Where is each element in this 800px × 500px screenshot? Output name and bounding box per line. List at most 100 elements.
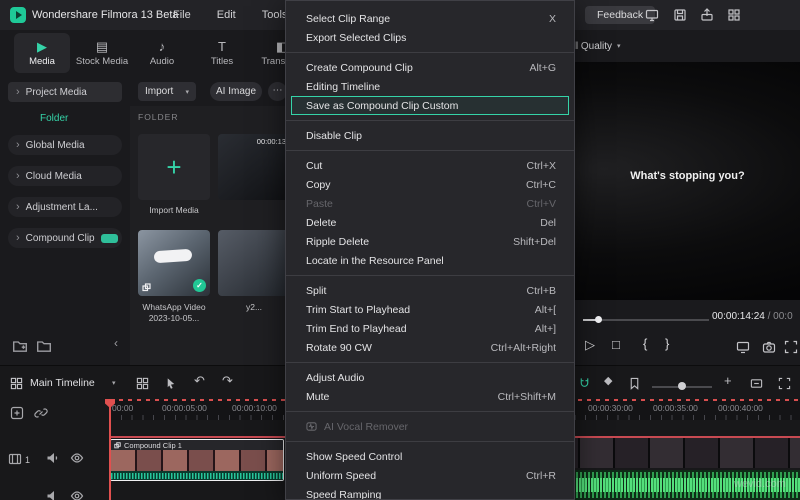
menu-item-trim-start-to-playhead[interactable]: Trim Start to Playhead Alt+[ xyxy=(286,300,574,319)
play-button[interactable]: ▷ xyxy=(585,338,595,352)
menu-item-shortcut: Ctrl+Alt+Right xyxy=(490,341,556,354)
menu-item-cut[interactable]: Cut Ctrl+X xyxy=(286,156,574,175)
menu-item-editing-timeline[interactable]: Editing Timeline xyxy=(286,77,574,96)
tab-stock-media[interactable]: ▤ Stock Media xyxy=(74,33,130,73)
menu-file[interactable]: File xyxy=(160,0,204,30)
menu-item-trim-end-to-playhead[interactable]: Trim End to Playhead Alt+] xyxy=(286,319,574,338)
sidebar-item-project-media[interactable]: › Project Media xyxy=(8,82,122,102)
menu-item-shortcut: Ctrl+C xyxy=(525,178,556,191)
render-preview-icon[interactable] xyxy=(736,340,750,354)
undo-icon[interactable]: ↶ xyxy=(194,374,205,388)
mute-track-icon[interactable] xyxy=(46,451,60,465)
filmora-app: Wondershare Filmora 13 Beta File Edit Tool… xyxy=(0,0,800,500)
tab-label: Audio xyxy=(149,55,175,67)
sidebar-folder-folder[interactable]: Folder xyxy=(40,113,130,124)
fit-timeline-icon[interactable] xyxy=(750,377,763,390)
add-track-icon[interactable] xyxy=(10,406,24,420)
folder-section-label: FOLDER xyxy=(138,112,179,122)
menu-item-speed-ramping[interactable]: Speed Ramping xyxy=(286,485,574,500)
main-timeline-dropdown[interactable]: Main Timeline xyxy=(30,371,95,395)
whatsapp-video-tile[interactable]: ✓ xyxy=(138,230,210,296)
sidebar-item-cloud-media[interactable]: › Cloud Media xyxy=(8,166,122,186)
menu-item-split[interactable]: Split Ctrl+B xyxy=(286,281,574,300)
pointer-tool-icon[interactable] xyxy=(164,377,177,390)
menu-item-save-as-compound-clip-custom[interactable]: Save as Compound Clip Custom xyxy=(291,96,569,115)
layout-grid-icon[interactable] xyxy=(727,8,741,22)
save-icon[interactable] xyxy=(673,8,687,22)
compound-clip[interactable]: Compound Clip 1 xyxy=(110,439,284,481)
media-clip-tile[interactable]: 00:00:13 xyxy=(218,134,290,200)
snap-magnet-icon[interactable] xyxy=(578,377,591,390)
menu-item-label: AI Vocal Remover xyxy=(324,420,409,433)
stop-button[interactable]: □ xyxy=(612,338,620,352)
chevron-right-icon: › xyxy=(16,86,20,98)
stock-media-icon: ▤ xyxy=(95,38,109,54)
media-clip-tile[interactable] xyxy=(218,230,290,296)
menu-item-select-clip-range[interactable]: Select Clip Range X xyxy=(286,9,574,28)
menu-item-locate-in-the-resource-panel[interactable]: Locate in the Resource Panel xyxy=(286,251,574,270)
menu-separator xyxy=(286,411,574,412)
titles-icon: T xyxy=(218,38,226,54)
video-overlay-text: What's stopping you? xyxy=(630,170,745,182)
sidebar-item-label: Project Media xyxy=(25,86,87,98)
menu-item-rotate-90-cw[interactable]: Rotate 90 CW Ctrl+Alt+Right xyxy=(286,338,574,357)
time-separator: / xyxy=(767,311,771,322)
zoom-slider-knob[interactable] xyxy=(678,382,686,390)
menu-item-ai-vocal-remover[interactable]: AI Vocal Remover xyxy=(286,417,574,436)
zoom-in-icon[interactable]: + xyxy=(724,374,732,388)
import-media-tile[interactable]: + xyxy=(138,134,210,200)
keyframe-icon[interactable]: ◆ xyxy=(604,374,612,388)
seek-knob[interactable] xyxy=(595,316,602,323)
import-label: Import xyxy=(145,86,174,97)
menu-item-create-compound-clip[interactable]: Create Compound Clip Alt+G xyxy=(286,58,574,77)
sidebar-item-global-media[interactable]: › Global Media xyxy=(8,135,122,155)
import-dropdown[interactable]: Import ▾ xyxy=(138,82,196,101)
menu-item-label: Mute xyxy=(306,390,330,403)
tab-titles[interactable]: T Titles xyxy=(194,33,250,73)
new-folder-icon[interactable] xyxy=(12,338,28,353)
collapse-sidebar-button[interactable]: ‹ xyxy=(108,336,124,352)
fullscreen-icon[interactable] xyxy=(784,340,798,354)
screen-share-icon[interactable] xyxy=(645,8,659,22)
link-clips-icon[interactable] xyxy=(34,406,48,420)
mute-track-icon[interactable] xyxy=(46,489,60,500)
hide-track-icon[interactable] xyxy=(70,489,84,500)
menu-item-disable-clip[interactable]: Disable Clip xyxy=(286,126,574,145)
hide-track-icon[interactable] xyxy=(70,451,84,465)
menu-item-uniform-speed[interactable]: Uniform Speed Ctrl+R xyxy=(286,466,574,485)
menu-item-ripple-delete[interactable]: Ripple Delete Shift+Del xyxy=(286,232,574,251)
manage-tracks-icon[interactable] xyxy=(136,377,149,390)
playhead[interactable] xyxy=(109,400,111,500)
export-icon[interactable] xyxy=(700,8,714,22)
sidebar-item-compound-clip[interactable]: › Compound Clip xyxy=(8,228,122,248)
menu-item-shortcut: Ctrl+Shift+M xyxy=(497,390,556,403)
folder-icon[interactable] xyxy=(36,338,52,353)
menu-item-show-speed-control[interactable]: Show Speed Control xyxy=(286,447,574,466)
ruler-label: 00:00:10:00 xyxy=(232,403,277,413)
ai-image-button[interactable]: AI Image xyxy=(210,82,262,101)
menu-item-label: Paste xyxy=(306,197,333,210)
menu-item-export-selected-clips[interactable]: Export Selected Clips xyxy=(286,28,574,47)
menu-item-paste[interactable]: Paste Ctrl+V xyxy=(286,194,574,213)
menu-item-copy[interactable]: Copy Ctrl+C xyxy=(286,175,574,194)
redo-icon[interactable]: ↷ xyxy=(222,374,233,388)
menu-edit[interactable]: Edit xyxy=(204,0,249,30)
menu-item-adjust-audio[interactable]: Adjust Audio xyxy=(286,368,574,387)
sidebar-item-label: Compound Clip xyxy=(25,232,95,244)
tab-audio[interactable]: ♪ Audio xyxy=(134,33,190,73)
expand-timeline-icon[interactable] xyxy=(778,377,791,390)
watermark: wevid.com xyxy=(734,478,786,490)
menu-item-label: Create Compound Clip xyxy=(306,61,413,74)
snapshot-camera-icon[interactable] xyxy=(762,340,776,354)
menu-item-delete[interactable]: Delete Del xyxy=(286,213,574,232)
menu-item-mute[interactable]: Mute Ctrl+Shift+M xyxy=(286,387,574,406)
menu-item-label: Trim Start to Playhead xyxy=(306,303,411,316)
menu-item-shortcut: Alt+G xyxy=(529,61,556,74)
tab-media[interactable]: ▶ Media xyxy=(14,33,70,73)
sidebar-item-adjustment-la[interactable]: › Adjustment La... xyxy=(8,197,122,217)
mark-in-button[interactable]: { xyxy=(643,337,647,351)
mark-out-button[interactable]: } xyxy=(665,337,669,351)
marker-icon[interactable] xyxy=(628,377,641,390)
menu-item-shortcut: Shift+Del xyxy=(513,235,556,248)
menu-item-label: Ripple Delete xyxy=(306,235,370,248)
